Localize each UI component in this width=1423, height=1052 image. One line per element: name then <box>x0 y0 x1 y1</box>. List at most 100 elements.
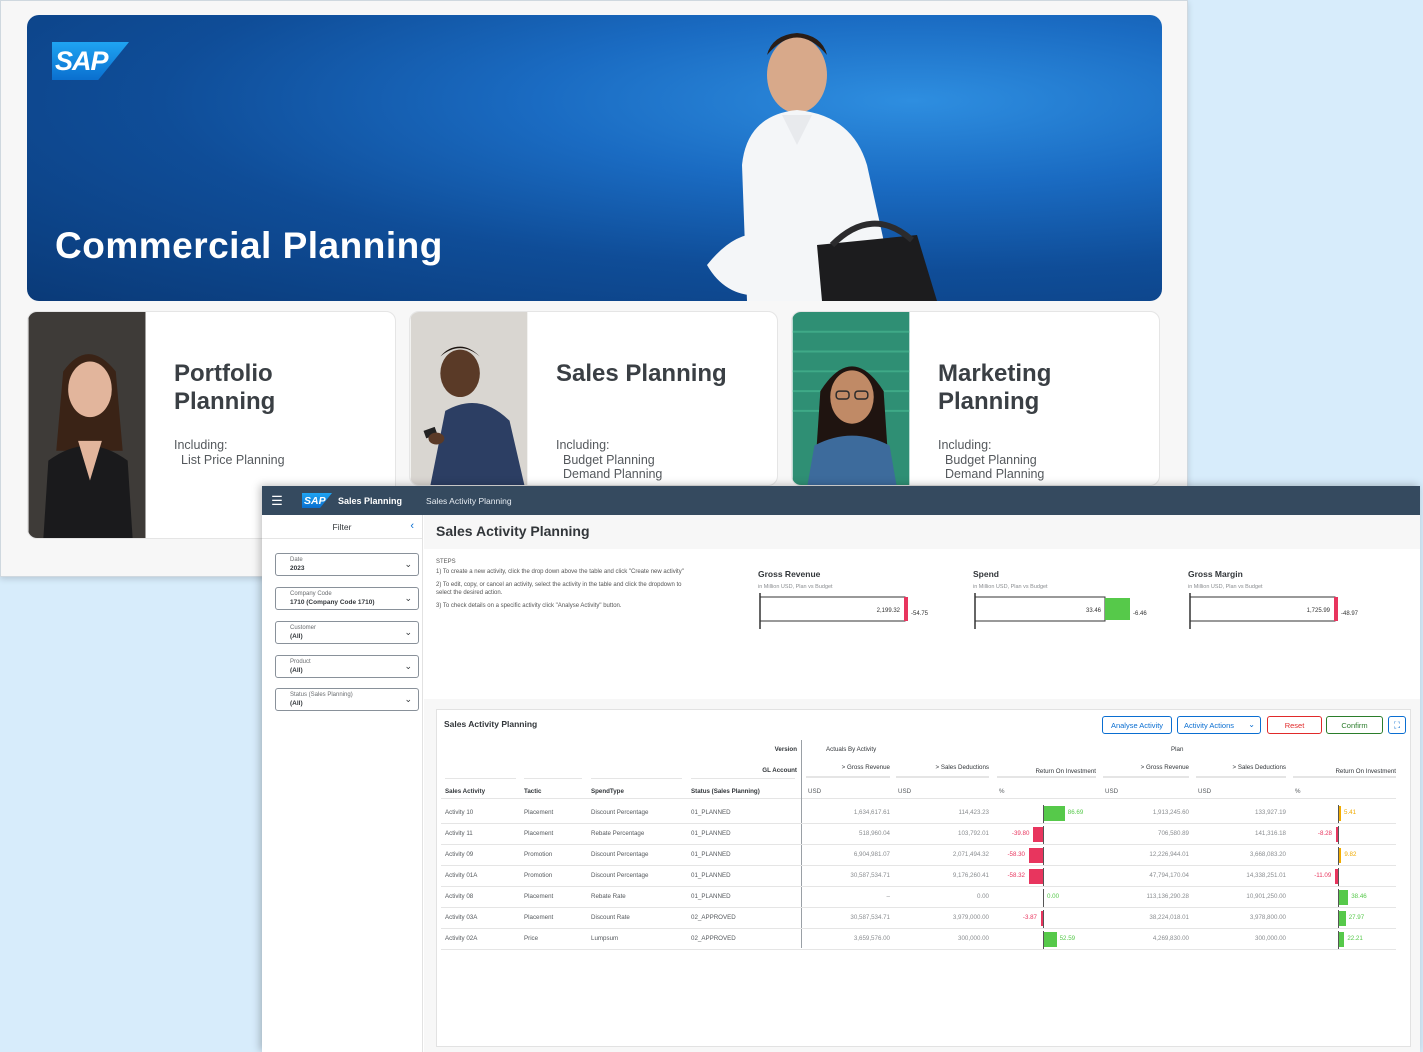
card-title: Sales Planning <box>556 360 727 387</box>
activity-name[interactable]: Activity 08 <box>445 893 520 900</box>
measure-value: 141,316.18 <box>1255 830 1286 837</box>
roi-bar <box>1339 932 1345 947</box>
confirm-button[interactable]: Confirm <box>1326 716 1383 734</box>
measure-value: 706,580.89 <box>1158 830 1189 837</box>
roi-bar <box>1029 848 1043 863</box>
roi-value: 38.46 <box>1351 893 1367 900</box>
measure-value: 30,587,534.71 <box>850 914 890 921</box>
collapse-left-icon[interactable]: ‹ <box>410 520 414 532</box>
kpi-subtitle: in Million USD, Plan vs Budget <box>973 584 1048 590</box>
card-title: Portfolio <box>174 360 273 387</box>
marketing-person-image <box>792 312 910 485</box>
including-label: Including: <box>556 438 610 452</box>
gl-column-header[interactable]: Return On Investment <box>1293 768 1396 775</box>
activity-name[interactable]: Activity 09 <box>445 851 520 858</box>
analyse-activity-button[interactable]: Analyse Activity <box>1102 716 1172 734</box>
roi-value: 52.59 <box>1059 935 1076 942</box>
table-title: Sales Activity Planning <box>444 719 538 729</box>
activity-name[interactable]: Activity 11 <box>445 830 520 837</box>
filter-label: Date <box>290 557 303 563</box>
roi-value: -11.09 <box>1314 872 1332 879</box>
roi-axis <box>1043 868 1044 886</box>
measure-value: 518,960.04 <box>859 830 890 837</box>
tactic-value: Promotion <box>524 872 553 879</box>
measure-value: 2,071,494.32 <box>952 851 989 858</box>
included-item: List Price Planning <box>181 452 285 467</box>
product-filter[interactable]: Product (All) ⌄ <box>275 655 419 678</box>
version-plan-header[interactable]: Plan <box>1171 746 1183 753</box>
chevron-down-icon[interactable]: ⌄ <box>404 661 412 672</box>
kpi-title: Gross Margin <box>1188 569 1243 579</box>
gl-column-header[interactable]: > Gross Revenue <box>1103 764 1189 771</box>
measure-value: 3,659,576.00 <box>853 935 890 942</box>
status-value: 02_APPROVED <box>691 914 736 921</box>
activity-name[interactable]: Activity 01A <box>445 872 520 879</box>
activity-name[interactable]: Activity 02A <box>445 935 520 942</box>
measure-value: 1,913,245.60 <box>1152 809 1189 816</box>
chevron-down-icon[interactable]: ⌄ <box>404 627 412 638</box>
measure-value: 30,587,534.71 <box>850 872 890 879</box>
tactic-value: Price <box>524 935 539 942</box>
marketing-planning-card[interactable]: Marketing Planning Including: Budget Pla… <box>791 311 1160 486</box>
kpi-plan-value: 1,725.99 <box>1307 608 1331 614</box>
measure-value: 133,927.19 <box>1255 809 1286 816</box>
included-item: Budget Planning <box>945 452 1037 467</box>
roi-value: 86.69 <box>1067 809 1084 816</box>
hamburger-icon[interactable]: ☰ <box>262 493 292 509</box>
column-header-underline <box>1103 776 1189 778</box>
dimension-header[interactable]: Status (Sales Planning) <box>691 788 799 795</box>
status-value: 01_PLANNED <box>691 851 731 858</box>
dimension-header[interactable]: SpendType <box>591 788 686 795</box>
kpi-plan-value: 2,199.32 <box>877 608 901 614</box>
step-text: 3) To check details on a specific activi… <box>436 602 622 609</box>
reset-button[interactable]: Reset <box>1267 716 1322 734</box>
version-actuals-header[interactable]: Actuals By Activity <box>826 746 876 753</box>
breadcrumb[interactable]: Sales Activity Planning <box>426 496 512 506</box>
chevron-down-icon[interactable]: ⌄ <box>404 559 412 570</box>
fullscreen-icon[interactable]: ⛶ <box>1388 716 1406 734</box>
gl-column-header[interactable]: > Gross Revenue <box>806 764 890 771</box>
row-divider <box>441 949 1396 950</box>
status-value: 01_PLANNED <box>691 830 731 837</box>
spend-type-value: Discount Percentage <box>591 851 649 858</box>
activity-actions-dropdown[interactable]: Activity Actions ⌄ <box>1177 716 1261 734</box>
filter-label: Product <box>290 659 311 665</box>
column-header-underline <box>896 776 989 778</box>
filter-title: Filter <box>332 521 352 532</box>
customer-filter[interactable]: Customer (All) ⌄ <box>275 621 419 644</box>
roi-bar <box>1029 869 1043 884</box>
measure-value: 3,668,083.20 <box>1249 851 1286 858</box>
dimension-header[interactable]: Tactic <box>524 788 586 795</box>
measure-value: 10,901,250.00 <box>1246 893 1286 900</box>
filter-label: Customer <box>290 625 317 631</box>
roi-axis <box>1043 847 1044 865</box>
gl-column-header[interactable]: > Sales Deductions <box>896 764 990 771</box>
chevron-down-icon[interactable]: ⌄ <box>404 694 412 705</box>
status-filter[interactable]: Status (Sales Planning) (All) ⌄ <box>275 688 419 711</box>
company-code-filter[interactable]: Company Code 1710 (Company Code 1710) ⌄ <box>275 587 419 610</box>
kpi-title: Spend <box>973 569 999 579</box>
activity-name[interactable]: Activity 03A <box>445 914 520 921</box>
sales-planning-card[interactable]: Sales Planning Including: Budget Plannin… <box>409 311 778 486</box>
roi-bar <box>1044 806 1065 821</box>
kpi-variance-chart: 1,725.99 -48.97 <box>1189 593 1359 629</box>
dimension-header[interactable]: Sales Activity <box>445 788 520 795</box>
column-header-underline <box>806 776 890 778</box>
roi-value: -58.30 <box>1007 851 1025 858</box>
row-divider <box>441 928 1396 929</box>
roi-value: -39.80 <box>1011 830 1030 837</box>
gl-column-header[interactable]: > Sales Deductions <box>1196 764 1287 771</box>
roi-axis <box>1338 868 1339 886</box>
gl-column-header[interactable]: Return On Investment <box>997 768 1096 775</box>
chevron-down-icon[interactable]: ⌄ <box>404 593 412 604</box>
measure-value: 3,978,800.00 <box>1249 914 1286 921</box>
activity-name[interactable]: Activity 10 <box>445 809 520 816</box>
app-title[interactable]: Sales Planning <box>338 496 402 506</box>
included-item: Demand Planning <box>563 467 663 481</box>
tactic-value: Placement <box>524 893 554 900</box>
including-label: Including: <box>938 438 992 452</box>
sap-logo[interactable]: SAP <box>302 493 332 508</box>
date-filter[interactable]: Date 2023 ⌄ <box>275 553 419 576</box>
filter-value: (All) <box>290 633 303 640</box>
roi-axis <box>1043 910 1044 928</box>
